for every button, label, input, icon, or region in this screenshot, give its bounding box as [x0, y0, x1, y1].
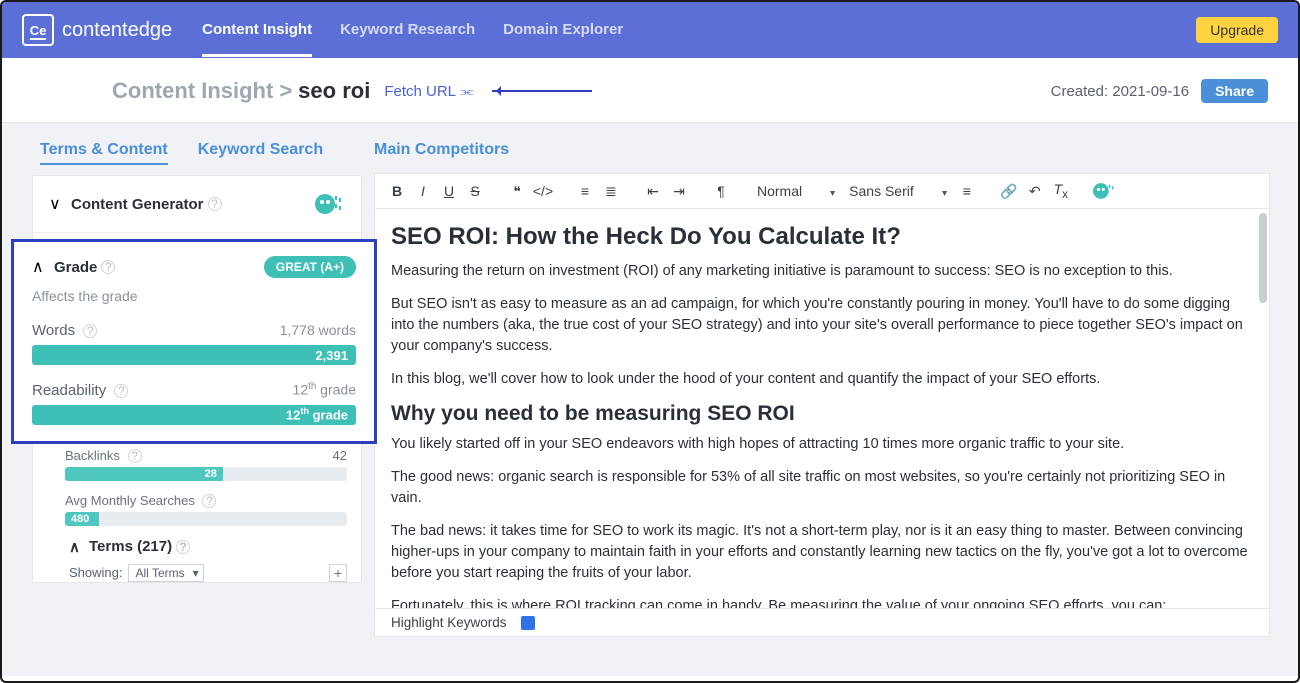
- help-icon[interactable]: ?: [101, 260, 115, 274]
- add-term-button[interactable]: +: [329, 564, 347, 582]
- terms-label: Terms (217): [89, 538, 172, 555]
- backlinks-value: 28: [205, 468, 217, 480]
- readability-target: 12th grade: [293, 381, 356, 398]
- nav-tab-content-insight[interactable]: Content Insight: [202, 3, 312, 57]
- editor-body[interactable]: SEO ROI: How the Heck Do You Calculate I…: [374, 209, 1270, 609]
- highlight-keywords-label: Highlight Keywords: [391, 615, 507, 630]
- backlinks-label: Backlinks ?: [65, 448, 142, 463]
- grade-header[interactable]: ∧ Grade ? GREAT (A+): [14, 242, 374, 284]
- nav-tab-keyword-research[interactable]: Keyword Research: [340, 3, 475, 57]
- ul-button[interactable]: ≣: [599, 183, 623, 200]
- underline-button[interactable]: U: [437, 183, 461, 199]
- format-select[interactable]: Normal: [751, 183, 841, 199]
- nav-tab-domain-explorer[interactable]: Domain Explorer: [503, 3, 623, 57]
- help-icon[interactable]: ?: [128, 449, 142, 463]
- doc-h2: Why you need to be measuring SEO ROI: [391, 402, 1249, 426]
- terms-header[interactable]: ∧ Terms (217) ?: [65, 526, 347, 560]
- searches-value: 480: [71, 513, 89, 525]
- app-name: contentedge: [62, 19, 172, 42]
- help-icon[interactable]: ?: [176, 540, 190, 554]
- breadcrumb-section: Content Insight: [112, 78, 273, 104]
- strike-button[interactable]: S: [463, 183, 487, 199]
- clear-format-button[interactable]: Tx: [1049, 181, 1073, 201]
- ai-icon: [313, 190, 345, 218]
- doc-h1: SEO ROI: How the Heck Do You Calculate I…: [391, 223, 1249, 251]
- upgrade-button[interactable]: Upgrade: [1196, 17, 1278, 43]
- searches-bar: 480: [65, 512, 347, 526]
- doc-p: Measuring the return on investment (ROI)…: [391, 261, 1249, 282]
- grade-badge: GREAT (A+): [264, 256, 356, 278]
- doc-p: In this blog, we'll cover how to look un…: [391, 369, 1249, 390]
- readability-bar: 12th grade: [32, 405, 356, 425]
- content-generator-header[interactable]: ∨ Content Generator ?: [33, 176, 361, 233]
- fetch-url-label: Fetch URL: [384, 83, 456, 100]
- help-icon[interactable]: ?: [202, 494, 216, 508]
- subtab-terms-content[interactable]: Terms & Content: [40, 141, 168, 165]
- indent-button[interactable]: ⇥: [667, 183, 691, 200]
- backlinks-target: 42: [333, 448, 347, 463]
- searches-label: Avg Monthly Searches ?: [65, 493, 216, 508]
- link-button[interactable]: 🔗: [997, 183, 1021, 200]
- terms-filter-select[interactable]: All Terms ▾: [128, 564, 203, 582]
- help-icon[interactable]: ?: [114, 384, 128, 398]
- readability-value: 12th grade: [286, 406, 348, 422]
- subtab-keyword-search[interactable]: Keyword Search: [198, 141, 323, 165]
- share-button[interactable]: Share: [1201, 79, 1268, 103]
- breadcrumb-query: seo roi: [298, 78, 370, 104]
- doc-p: You likely started off in your SEO endea…: [391, 434, 1249, 455]
- fetch-url-link[interactable]: Fetch URL ⫘: [384, 83, 473, 100]
- editor-toolbar: B I U S ❝ </> ≡ ≣ ⇤ ⇥ ¶ Normal Sans Seri…: [374, 173, 1270, 209]
- doc-p: Fortunately, this is where ROI tracking …: [391, 596, 1249, 609]
- ai-icon[interactable]: [1091, 180, 1117, 202]
- doc-p: The bad news: it takes time for SEO to w…: [391, 521, 1249, 584]
- highlight-keywords-checkbox[interactable]: [521, 616, 535, 630]
- words-value: 2,391: [315, 348, 348, 363]
- annotation-arrow: [492, 90, 592, 92]
- link-icon: ⫘: [460, 83, 474, 100]
- help-icon[interactable]: ?: [208, 197, 222, 211]
- grade-label: Grade: [54, 259, 97, 276]
- doc-p: The good news: organic search is respons…: [391, 467, 1249, 509]
- content-generator-label: Content Generator: [71, 196, 204, 213]
- bold-button[interactable]: B: [385, 183, 409, 199]
- doc-p: But SEO isn't as easy to measure as an a…: [391, 294, 1249, 357]
- quote-button[interactable]: ❝: [505, 183, 529, 200]
- created-date: Created: 2021-09-16: [1051, 83, 1189, 100]
- readability-label: Readability ?: [32, 382, 128, 399]
- affects-label: Affects the grade: [14, 284, 374, 322]
- scrollbar[interactable]: [1259, 213, 1267, 303]
- showing-label: Showing:: [69, 565, 122, 580]
- logo[interactable]: Ce contentedge: [22, 14, 172, 46]
- ol-button[interactable]: ≡: [573, 183, 597, 199]
- chevron-down-icon: ∨: [49, 194, 63, 214]
- logo-icon: Ce: [22, 14, 54, 46]
- backlinks-bar: 28: [65, 467, 347, 481]
- subtab-main-competitors[interactable]: Main Competitors: [374, 141, 509, 163]
- words-target: 1,778 words: [280, 322, 356, 338]
- outdent-button[interactable]: ⇤: [641, 183, 665, 200]
- pilcrow-button[interactable]: ¶: [709, 183, 733, 199]
- breadcrumb-separator: >: [279, 78, 292, 104]
- font-select[interactable]: Sans Serif: [843, 183, 953, 199]
- italic-button[interactable]: I: [411, 183, 435, 199]
- words-bar: 2,391: [32, 345, 356, 365]
- help-icon[interactable]: ?: [83, 324, 97, 338]
- chevron-up-icon: ∧: [69, 538, 83, 556]
- words-label: Words ?: [32, 322, 97, 339]
- grade-section-highlight: ∧ Grade ? GREAT (A+) Affects the grade W…: [11, 239, 377, 444]
- code-button[interactable]: </>: [531, 183, 555, 199]
- align-button[interactable]: ≡: [955, 183, 979, 199]
- chevron-up-icon: ∧: [32, 257, 46, 277]
- undo-button[interactable]: ↶: [1023, 183, 1047, 200]
